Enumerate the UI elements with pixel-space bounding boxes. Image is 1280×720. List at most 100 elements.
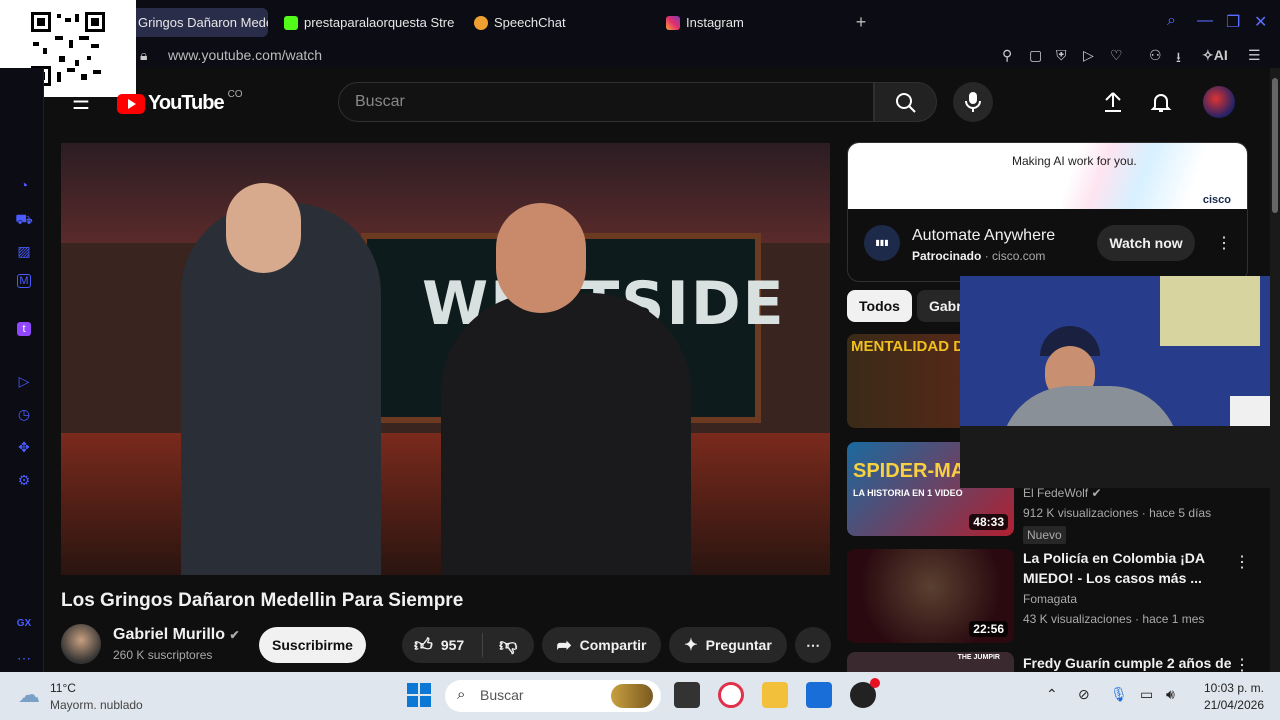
more-icon[interactable]: ⋯	[15, 649, 33, 667]
task-view-icon[interactable]	[674, 682, 700, 708]
scrollbar-thumb[interactable]	[1272, 78, 1278, 213]
chip-channel[interactable]: Gabr	[917, 290, 960, 322]
hamburger-menu-icon[interactable]: ☰	[72, 90, 90, 115]
face-left	[226, 183, 301, 273]
clock-time: 10:03 p. m.	[1203, 681, 1264, 695]
ad-menu-icon[interactable]: ⋮	[1216, 233, 1232, 253]
search-tabs-icon[interactable]: ⌕	[1167, 12, 1176, 30]
player-icon[interactable]: ▷	[15, 372, 33, 390]
taskbar-search[interactable]: ⌕ Buscar	[445, 680, 661, 712]
tab-speechchat[interactable]: SpeechChat	[474, 8, 624, 37]
history-icon[interactable]: ◷	[15, 405, 33, 423]
start-button[interactable]	[406, 682, 432, 708]
download-icon[interactable]: ⭳	[1176, 47, 1181, 71]
weather-widget[interactable]: 11°C Mayorm. nublado	[50, 681, 143, 712]
lock-icon: 🔒︎	[140, 47, 148, 63]
more-actions-button[interactable]: ⋯	[795, 627, 831, 663]
share-button[interactable]: ➦ Compartir	[542, 627, 661, 663]
microphone-icon	[965, 92, 981, 112]
video-title: Los Gringos Dañaron Medellin Para Siempr…	[61, 590, 464, 611]
ai-button[interactable]: ✧AI	[1202, 47, 1228, 64]
profile-icon[interactable]: ⚇	[1149, 47, 1162, 64]
tab-label: Gringos Dañaron Mede	[138, 15, 268, 30]
subscribe-button[interactable]: Suscribirme	[259, 627, 366, 663]
pin-icon[interactable]: ⚲	[1002, 47, 1012, 64]
minimize-button[interactable]: —	[1197, 12, 1213, 30]
chevron-up-icon[interactable]: ⌃	[1046, 686, 1058, 703]
search-input[interactable]: Buscar	[338, 82, 874, 122]
youtube-wordmark: YouTube	[148, 92, 225, 114]
menu-icon[interactable]: ☰	[1248, 47, 1261, 64]
network-off-icon[interactable]: ⊘	[1078, 686, 1090, 703]
volume-icon[interactable]: 🔊︎	[1166, 686, 1175, 703]
tab-youtube[interactable]: Gringos Dañaron Mede	[132, 8, 268, 37]
search-button[interactable]	[874, 82, 937, 122]
snapshot-icon[interactable]: ▢	[1029, 47, 1042, 64]
ask-button[interactable]: ✦ Preguntar	[669, 627, 787, 663]
gaming-icon[interactable]: ⛟	[15, 210, 33, 228]
search-placeholder: Buscar	[355, 93, 405, 110]
recommendation-thumbnail[interactable]: THE JUMPIR	[847, 652, 1014, 672]
watch-now-button[interactable]: Watch now	[1097, 225, 1195, 261]
display-icon[interactable]: ▭	[1140, 686, 1153, 703]
speed-dial-icon[interactable]: ◔	[15, 176, 33, 194]
recommendation-title[interactable]: Fredy Guarín cumple 2 años de	[1023, 653, 1232, 673]
share-icon: ➦	[556, 634, 572, 655]
youtube-play-icon	[117, 93, 145, 114]
upload-icon[interactable]	[1101, 90, 1125, 114]
tab-instagram[interactable]: Instagram	[666, 8, 816, 37]
extensions-icon[interactable]: ✥	[15, 438, 33, 456]
recommendation-info: La Policía en Colombia ¡DA MIEDO! - Los …	[1023, 548, 1223, 626]
like-dislike-group: 👍︎ 957 👎︎	[402, 627, 534, 663]
recommendation-menu-icon[interactable]: ⋮	[1234, 552, 1250, 572]
url-field[interactable]: www.youtube.com/watch	[168, 47, 322, 63]
clock-date: 21/04/2026	[1203, 698, 1264, 712]
play-icon[interactable]: ▷	[1083, 47, 1094, 64]
twitch-icon[interactable]: t	[17, 322, 31, 336]
thumbnail-subtext: LA HISTORIA EN 1 VIDEO	[853, 488, 963, 498]
tab-label: prestaparalaorquesta Stre	[304, 15, 454, 30]
channel-avatar[interactable]	[61, 624, 101, 664]
notification-dot	[870, 678, 880, 688]
mail-icon[interactable]: M	[17, 274, 31, 288]
verified-check-icon: ✔	[229, 628, 240, 642]
recommendation-channel[interactable]: Fomagata	[1023, 592, 1223, 606]
sponsored-label: Patrocinado	[912, 249, 982, 263]
microsoft-store-icon[interactable]	[806, 682, 832, 708]
heart-icon[interactable]: ♡	[1110, 47, 1123, 64]
like-button[interactable]: 👍︎ 957	[414, 634, 464, 656]
search-icon	[896, 93, 916, 113]
sponsored-ad[interactable]: Making AI work for you. cisco ▮▮▮ Automa…	[847, 142, 1248, 282]
settings-icon[interactable]: ⚙	[15, 471, 33, 489]
subscriber-count: 260 K suscriptores	[113, 648, 213, 662]
maximize-button[interactable]: ❐	[1226, 12, 1240, 32]
shield-icon[interactable]: ⛨	[1056, 47, 1067, 64]
tab-kick[interactable]: prestaparalaorquesta Stre	[284, 8, 454, 37]
clock[interactable]: 10:03 p. m. 21/04/2026	[1190, 681, 1264, 712]
gx-icon[interactable]: GX	[15, 615, 33, 633]
new-tab-button[interactable]: +	[852, 8, 870, 37]
recommendation-channel[interactable]: El FedeWolf ✔	[1023, 486, 1253, 500]
ai-label: AI	[1213, 47, 1228, 63]
recommendation-title[interactable]: La Policía en Colombia ¡DA MIEDO! - Los …	[1023, 548, 1223, 588]
chip-all[interactable]: Todos	[847, 290, 912, 322]
app-icon[interactable]	[850, 678, 880, 708]
thumbnail-text: THE JUMPIR	[957, 654, 1000, 661]
page-scrollbar[interactable]	[1270, 68, 1280, 672]
recommendation-thumbnail[interactable]: 22:56	[847, 549, 1014, 643]
close-button[interactable]: ✕	[1254, 12, 1267, 32]
notifications-bell-icon[interactable]	[1149, 90, 1173, 114]
file-explorer-icon[interactable]	[762, 682, 788, 708]
video-player[interactable]: WESTSIDE	[61, 143, 830, 575]
microphone-icon[interactable]: 🎙︎	[1110, 686, 1128, 703]
video-duration: 22:56	[969, 621, 1008, 637]
verified-check-icon: ✔	[1091, 486, 1102, 500]
opera-gx-icon[interactable]	[718, 682, 744, 708]
wallpaper-icon[interactable]: ▨	[15, 242, 33, 260]
voice-search-button[interactable]	[953, 82, 993, 122]
thumbs-down-icon[interactable]: 👎︎	[499, 634, 517, 656]
channel-name[interactable]: Gabriel Murillo ✔	[113, 626, 240, 644]
youtube-logo[interactable]: YouTube CO	[117, 89, 243, 115]
user-avatar[interactable]	[1203, 86, 1235, 118]
recommendation-info: El FedeWolf ✔ 912 K visualizaciones · ha…	[1023, 486, 1253, 544]
